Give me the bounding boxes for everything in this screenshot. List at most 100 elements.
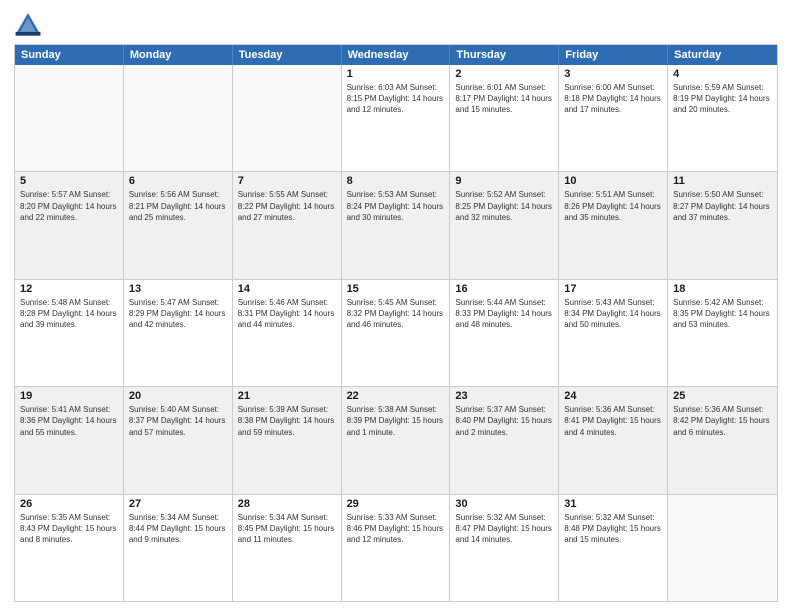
day-info: Sunrise: 5:46 AM Sunset: 8:31 PM Dayligh…: [238, 297, 336, 331]
day-cell-12: 12 Sunrise: 5:48 AM Sunset: 8:28 PM Dayli…: [15, 280, 124, 386]
calendar-row-2: 12 Sunrise: 5:48 AM Sunset: 8:28 PM Dayli…: [15, 279, 777, 386]
day-cell-19: 19 Sunrise: 5:41 AM Sunset: 8:36 PM Dayli…: [15, 387, 124, 493]
day-info: Sunrise: 6:01 AM Sunset: 8:17 PM Dayligh…: [455, 82, 553, 116]
day-cell-18: 18Sunrise: 5:42 AM Sunset: 8:35 PM Dayli…: [668, 280, 777, 386]
day-number: 17: [564, 283, 662, 295]
day-info: Sunrise: 6:00 AM Sunset: 8:18 PM Dayligh…: [564, 82, 662, 116]
day-cell-26: 26 Sunrise: 5:35 AM Sunset: 8:43 PM Dayli…: [15, 495, 124, 601]
day-number: 18: [673, 283, 772, 295]
header-day-friday: Friday: [559, 45, 668, 65]
day-cell-2: 2Sunrise: 6:01 AM Sunset: 8:17 PM Daylig…: [450, 65, 559, 171]
day-number: 15: [347, 283, 445, 295]
day-number: 11: [673, 175, 772, 187]
day-cell-21: 21Sunrise: 5:39 AM Sunset: 8:38 PM Dayli…: [233, 387, 342, 493]
day-cell-14: 14 Sunrise: 5:46 AM Sunset: 8:31 PM Dayli…: [233, 280, 342, 386]
day-info: Sunrise: 5:37 AM Sunset: 8:40 PM Dayligh…: [455, 404, 553, 438]
day-number: 5: [20, 175, 118, 187]
calendar-row-3: 19 Sunrise: 5:41 AM Sunset: 8:36 PM Dayli…: [15, 386, 777, 493]
calendar-body: 1 Sunrise: 6:03 AM Sunset: 8:15 PM Daylig…: [15, 65, 777, 601]
day-info: Sunrise: 5:36 AM Sunset: 8:42 PM Dayligh…: [673, 404, 772, 438]
day-info: Sunrise: 5:48 AM Sunset: 8:28 PM Dayligh…: [20, 297, 118, 331]
day-cell-27: 27Sunrise: 5:34 AM Sunset: 8:44 PM Dayli…: [124, 495, 233, 601]
day-info: Sunrise: 5:59 AM Sunset: 8:19 PM Dayligh…: [673, 82, 772, 116]
day-number: 31: [564, 498, 662, 510]
day-number: 1: [347, 68, 445, 80]
empty-cell-0-2: [233, 65, 342, 171]
logo: [14, 10, 46, 38]
day-number: 19: [20, 390, 118, 402]
day-info: Sunrise: 5:34 AM Sunset: 8:44 PM Dayligh…: [129, 512, 227, 546]
day-info: Sunrise: 6:03 AM Sunset: 8:15 PM Dayligh…: [347, 82, 445, 116]
day-info: Sunrise: 5:57 AM Sunset: 8:20 PM Dayligh…: [20, 189, 118, 223]
day-number: 9: [455, 175, 553, 187]
empty-cell-4-6: [668, 495, 777, 601]
day-info: Sunrise: 5:39 AM Sunset: 8:38 PM Dayligh…: [238, 404, 336, 438]
day-info: Sunrise: 5:38 AM Sunset: 8:39 PM Dayligh…: [347, 404, 445, 438]
header: [14, 10, 778, 38]
day-cell-5: 5 Sunrise: 5:57 AM Sunset: 8:20 PM Daylig…: [15, 172, 124, 278]
day-info: Sunrise: 5:34 AM Sunset: 8:45 PM Dayligh…: [238, 512, 336, 546]
day-info: Sunrise: 5:51 AM Sunset: 8:26 PM Dayligh…: [564, 189, 662, 223]
day-cell-30: 30 Sunrise: 5:32 AM Sunset: 8:47 PM Dayli…: [450, 495, 559, 601]
day-number: 12: [20, 283, 118, 295]
logo-icon: [14, 10, 42, 38]
header-day-wednesday: Wednesday: [342, 45, 451, 65]
page: SundayMondayTuesdayWednesdayThursdayFrid…: [0, 0, 792, 612]
day-number: 25: [673, 390, 772, 402]
empty-cell-0-0: [15, 65, 124, 171]
day-number: 6: [129, 175, 227, 187]
day-info: Sunrise: 5:53 AM Sunset: 8:24 PM Dayligh…: [347, 189, 445, 223]
day-cell-24: 24Sunrise: 5:36 AM Sunset: 8:41 PM Dayli…: [559, 387, 668, 493]
day-number: 3: [564, 68, 662, 80]
calendar-header: SundayMondayTuesdayWednesdayThursdayFrid…: [15, 45, 777, 65]
day-cell-31: 31 Sunrise: 5:32 AM Sunset: 8:48 PM Dayli…: [559, 495, 668, 601]
day-info: Sunrise: 5:43 AM Sunset: 8:34 PM Dayligh…: [564, 297, 662, 331]
day-cell-11: 11Sunrise: 5:50 AM Sunset: 8:27 PM Dayli…: [668, 172, 777, 278]
day-cell-17: 17 Sunrise: 5:43 AM Sunset: 8:34 PM Dayli…: [559, 280, 668, 386]
day-number: 24: [564, 390, 662, 402]
day-cell-16: 16 Sunrise: 5:44 AM Sunset: 8:33 PM Dayli…: [450, 280, 559, 386]
day-info: Sunrise: 5:52 AM Sunset: 8:25 PM Dayligh…: [455, 189, 553, 223]
day-cell-20: 20 Sunrise: 5:40 AM Sunset: 8:37 PM Dayli…: [124, 387, 233, 493]
day-number: 30: [455, 498, 553, 510]
day-number: 16: [455, 283, 553, 295]
calendar: SundayMondayTuesdayWednesdayThursdayFrid…: [14, 44, 778, 602]
day-number: 26: [20, 498, 118, 510]
header-day-tuesday: Tuesday: [233, 45, 342, 65]
day-info: Sunrise: 5:35 AM Sunset: 8:43 PM Dayligh…: [20, 512, 118, 546]
day-cell-8: 8 Sunrise: 5:53 AM Sunset: 8:24 PM Daylig…: [342, 172, 451, 278]
day-number: 10: [564, 175, 662, 187]
header-day-thursday: Thursday: [450, 45, 559, 65]
day-cell-15: 15 Sunrise: 5:45 AM Sunset: 8:32 PM Dayli…: [342, 280, 451, 386]
day-info: Sunrise: 5:56 AM Sunset: 8:21 PM Dayligh…: [129, 189, 227, 223]
day-cell-25: 25 Sunrise: 5:36 AM Sunset: 8:42 PM Dayli…: [668, 387, 777, 493]
header-day-sunday: Sunday: [15, 45, 124, 65]
calendar-row-1: 5 Sunrise: 5:57 AM Sunset: 8:20 PM Daylig…: [15, 171, 777, 278]
day-cell-22: 22 Sunrise: 5:38 AM Sunset: 8:39 PM Dayli…: [342, 387, 451, 493]
calendar-row-0: 1 Sunrise: 6:03 AM Sunset: 8:15 PM Daylig…: [15, 65, 777, 171]
day-number: 14: [238, 283, 336, 295]
day-cell-29: 29 Sunrise: 5:33 AM Sunset: 8:46 PM Dayli…: [342, 495, 451, 601]
day-info: Sunrise: 5:32 AM Sunset: 8:47 PM Dayligh…: [455, 512, 553, 546]
day-number: 29: [347, 498, 445, 510]
day-cell-6: 6 Sunrise: 5:56 AM Sunset: 8:21 PM Daylig…: [124, 172, 233, 278]
day-cell-10: 10 Sunrise: 5:51 AM Sunset: 8:26 PM Dayli…: [559, 172, 668, 278]
day-info: Sunrise: 5:55 AM Sunset: 8:22 PM Dayligh…: [238, 189, 336, 223]
day-info: Sunrise: 5:47 AM Sunset: 8:29 PM Dayligh…: [129, 297, 227, 331]
day-info: Sunrise: 5:32 AM Sunset: 8:48 PM Dayligh…: [564, 512, 662, 546]
day-number: 8: [347, 175, 445, 187]
day-number: 28: [238, 498, 336, 510]
day-number: 4: [673, 68, 772, 80]
day-info: Sunrise: 5:44 AM Sunset: 8:33 PM Dayligh…: [455, 297, 553, 331]
day-number: 13: [129, 283, 227, 295]
day-number: 22: [347, 390, 445, 402]
day-number: 20: [129, 390, 227, 402]
day-number: 23: [455, 390, 553, 402]
day-info: Sunrise: 5:33 AM Sunset: 8:46 PM Dayligh…: [347, 512, 445, 546]
empty-cell-0-1: [124, 65, 233, 171]
day-info: Sunrise: 5:41 AM Sunset: 8:36 PM Dayligh…: [20, 404, 118, 438]
day-info: Sunrise: 5:45 AM Sunset: 8:32 PM Dayligh…: [347, 297, 445, 331]
day-cell-23: 23 Sunrise: 5:37 AM Sunset: 8:40 PM Dayli…: [450, 387, 559, 493]
day-cell-7: 7Sunrise: 5:55 AM Sunset: 8:22 PM Daylig…: [233, 172, 342, 278]
day-info: Sunrise: 5:40 AM Sunset: 8:37 PM Dayligh…: [129, 404, 227, 438]
